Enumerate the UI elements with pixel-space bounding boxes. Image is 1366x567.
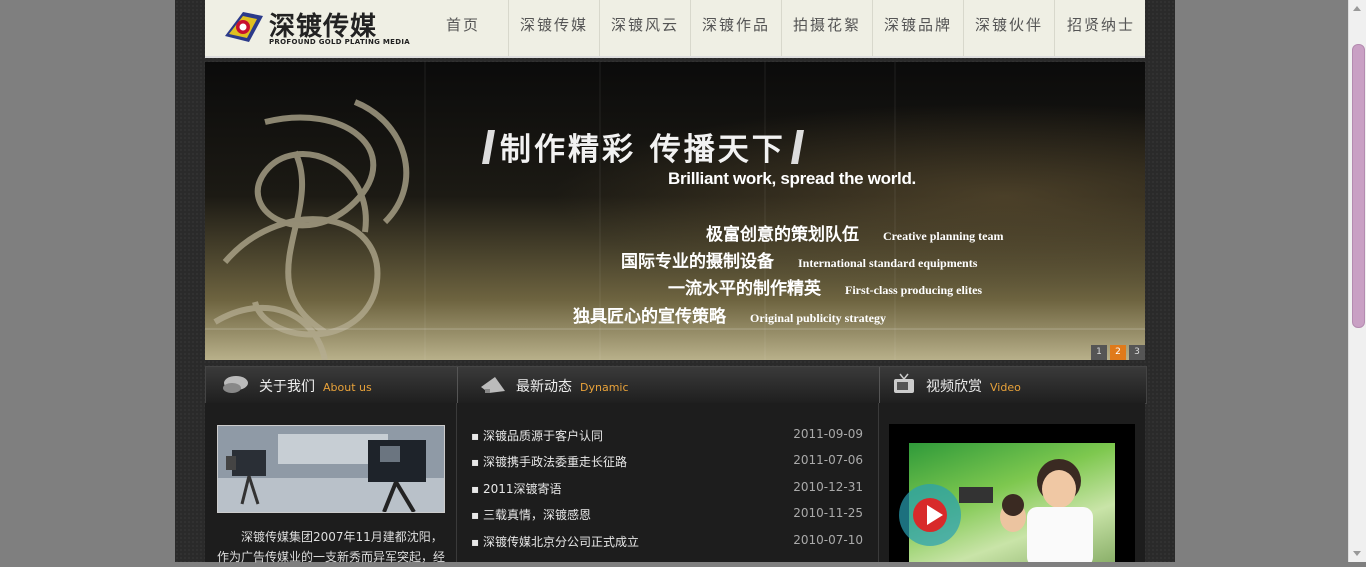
feature-en: Original publicity strategy [750, 311, 886, 325]
news-date: 2010-12-31 [793, 479, 863, 494]
feature-cn: 极富创意的策划队伍 [706, 225, 859, 245]
banner-headline-text: 制作精彩 传播天下 [500, 132, 786, 168]
pager-button-3[interactable]: 3 [1129, 345, 1145, 360]
news-title-text: 深镀传媒北京分公司正式成立 [482, 534, 639, 549]
tv-studio-camera-image[interactable] [217, 425, 445, 513]
scroll-up-arrow-icon[interactable] [1353, 6, 1361, 11]
column-divider [456, 403, 457, 562]
banner-pager: 1 2 3 [1091, 345, 1145, 360]
banner-headline: 制作精彩 传播天下 [477, 124, 809, 169]
nav-item-media[interactable]: 深镀传媒 [508, 0, 599, 56]
feature-cn: 国际专业的摄制设备 [621, 252, 774, 272]
news-title: ▪ 三载真情，深镀感恩 [471, 508, 591, 523]
pager-button-2[interactable]: 2 [1110, 345, 1126, 360]
scrollbar-thumb[interactable] [1352, 44, 1365, 328]
section-divider [457, 367, 458, 403]
nav-item-partners[interactable]: 深镀伙伴 [963, 0, 1054, 56]
section-title-cn: 视频欣赏 [926, 379, 982, 395]
section-title-en: About us [323, 381, 372, 394]
nav-item-brand[interactable]: 深镀品牌 [872, 0, 963, 56]
news-title-text: 深镀携手政法委重走长征路 [482, 455, 627, 470]
banner-feature: 国际专业的摄制设备 International standard equipmen… [621, 247, 977, 272]
feature-cn: 独具匠心的宣传策略 [573, 307, 726, 327]
banner-subline: Brilliant work, spread the world. [668, 169, 916, 188]
feature-en: First-class producing elites [845, 283, 983, 297]
section-title-cn: 关于我们 [259, 379, 315, 395]
banner-feature: 极富创意的策划队伍 Creative planning team [706, 220, 1003, 245]
main-content: 深镀传媒集团2007年11月建都沈阳，作为广告传媒业的一支新秀而异军突起，经 ▪… [205, 403, 1145, 564]
pager-button-1[interactable]: 1 [1091, 345, 1107, 360]
news-title: ▪ 2011深镀寄语 [471, 481, 562, 496]
column-divider [878, 403, 879, 562]
headline-bar-left [482, 130, 495, 164]
main-nav: 首页 深镀传媒 深镀风云 深镀作品 拍摄花絮 深镀品牌 深镀伙伴 招贤纳士 [418, 0, 1147, 56]
section-news-header[interactable]: 最新动态 Dynamic [479, 367, 629, 403]
logo-name-en: PROFOUND GOLD PLATING MEDIA [269, 38, 410, 46]
vertical-scrollbar[interactable] [1348, 0, 1366, 562]
nav-item-works[interactable]: 深镀作品 [690, 0, 781, 56]
news-date: 2010-11-25 [793, 506, 863, 521]
hero-banner[interactable]: 制作精彩 传播天下 Brilliant work, spread the wor… [205, 62, 1145, 360]
section-header-bar: 关于我们 About us 最新动态 Dynamic 视频欣赏 Video [205, 366, 1147, 404]
tv-icon [894, 373, 914, 393]
megaphone-icon [481, 377, 505, 393]
section-divider [879, 367, 880, 403]
news-title: ▪ 深镀品质源于客户认同 [471, 429, 603, 443]
play-icon [927, 505, 943, 525]
site-logo[interactable]: 深镀传媒 PROFOUND GOLD PLATING MEDIA [221, 4, 410, 50]
chat-bubble-icon [223, 376, 248, 393]
section-about-header[interactable]: 关于我们 About us [222, 367, 372, 403]
page-wrapper: 深镀传媒 PROFOUND GOLD PLATING MEDIA 首页 深镀传媒… [175, 0, 1175, 564]
banner-feature: 独具匠心的宣传策略 Original publicity strategy [573, 302, 886, 327]
feature-cn: 一流水平的制作精英 [668, 279, 821, 299]
feature-en: Creative planning team [883, 229, 1004, 243]
news-date: 2011-09-09 [793, 427, 863, 441]
news-date: 2011-07-06 [793, 453, 863, 468]
nav-item-behind-scenes[interactable]: 拍摄花絮 [781, 0, 872, 56]
nav-item-home[interactable]: 首页 [418, 0, 508, 56]
page-inner: 深镀传媒 PROFOUND GOLD PLATING MEDIA 首页 深镀传媒… [205, 0, 1147, 564]
section-video-header[interactable]: 视频欣赏 Video [892, 367, 1021, 403]
section-title-en: Video [990, 381, 1021, 394]
news-item[interactable]: ▪ 深镀携手政法委重走长征路 2011-07-06 [471, 453, 863, 479]
section-title-cn: 最新动态 [516, 379, 572, 395]
news-title-text: 2011深镀寄语 [482, 481, 562, 496]
news-title: ▪ 深镀传媒北京分公司正式成立 [471, 534, 639, 549]
play-button[interactable] [899, 484, 961, 546]
studio-illustration [218, 426, 444, 512]
headline-bar-right [790, 130, 804, 164]
news-date: 2010-07-10 [793, 532, 863, 547]
video-player[interactable] [889, 424, 1135, 562]
news-item[interactable]: ▪ 2011深镀寄语 2010-12-31 [471, 480, 863, 506]
section-title-en: Dynamic [580, 381, 629, 394]
scroll-down-arrow-icon[interactable] [1353, 551, 1361, 556]
gold-plating-logo-icon [225, 12, 263, 42]
news-list: ▪ 深镀品质源于客户认同 2011-09-09 ▪ 深镀携手政法委重走长征路 2… [471, 427, 863, 559]
banner-feature: 一流水平的制作精英 First-class producing elites [668, 274, 982, 299]
news-item[interactable]: ▪ 深镀传媒北京分公司正式成立 2010-07-10 [471, 533, 863, 559]
news-title: ▪ 深镀携手政法委重走长征路 [471, 455, 627, 470]
nav-item-careers[interactable]: 招贤纳士 [1054, 0, 1147, 56]
about-description: 深镀传媒集团2007年11月建都沈阳，作为广告传媒业的一支新秀而异军突起，经 [217, 530, 446, 564]
news-item[interactable]: ▪ 深镀品质源于客户认同 2011-09-09 [471, 427, 863, 453]
site-header: 深镀传媒 PROFOUND GOLD PLATING MEDIA 首页 深镀传媒… [205, 0, 1145, 58]
news-title-text: 三载真情，深镀感恩 [482, 508, 591, 523]
news-item[interactable]: ▪ 三载真情，深镀感恩 2010-11-25 [471, 506, 863, 532]
feature-en: International standard equipments [798, 256, 978, 270]
nav-item-events[interactable]: 深镀风云 [599, 0, 690, 56]
news-title-text: 深镀品质源于客户认同 [482, 429, 603, 443]
